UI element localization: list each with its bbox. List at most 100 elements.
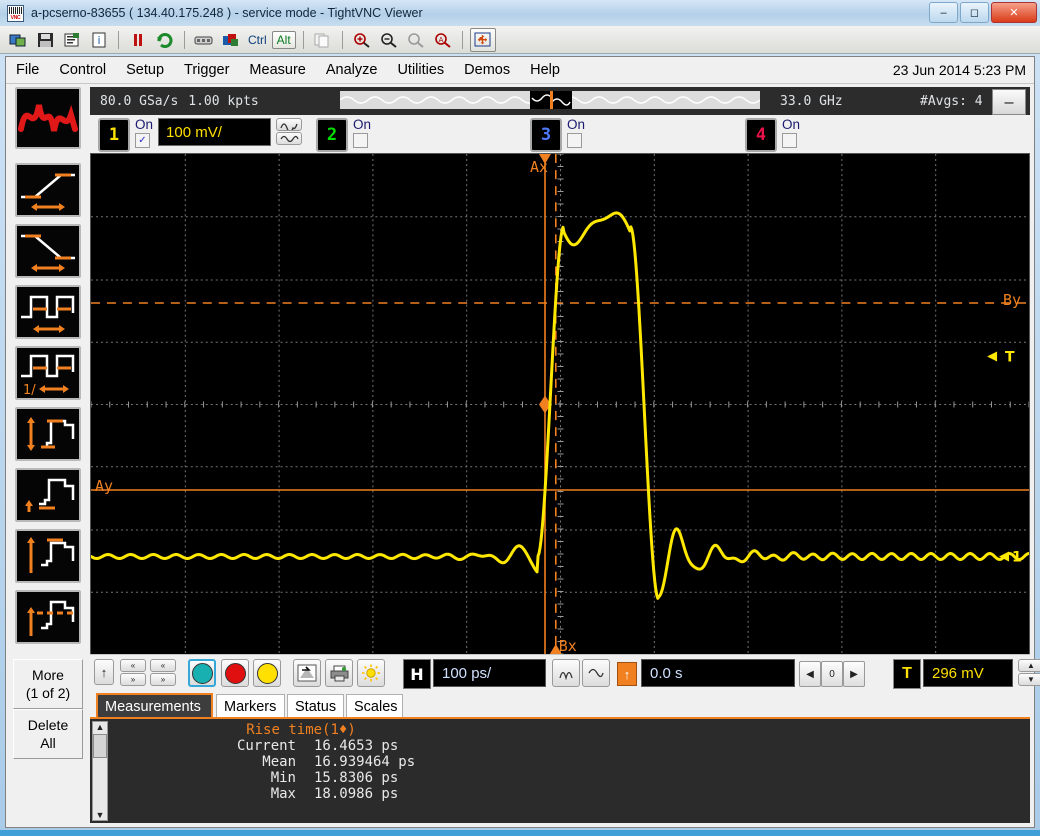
delay-next-button[interactable]: ▶ [843, 661, 865, 687]
measurements-scrollbar[interactable]: ▲ ▼ [92, 721, 108, 821]
delay-prev-button[interactable]: ◀ [799, 661, 821, 687]
more-measurements-button[interactable]: More (1 of 2) [13, 659, 83, 709]
acquisition-status-bar: 80.0 GSa/s 1.00 kpts 33.0 GHz #Avgs: 4 — [90, 87, 1030, 115]
tab-status[interactable]: Status [287, 694, 344, 718]
trigger-level-up-button[interactable]: ▲ [1018, 659, 1040, 672]
memory-overview-bar[interactable] [340, 91, 760, 109]
zoom-100-icon[interactable] [404, 29, 428, 51]
channel-1-scale-field[interactable]: 100 mV/ [158, 118, 271, 146]
timebase-mode-a-icon[interactable] [552, 659, 580, 687]
menu-file[interactable]: File [6, 62, 49, 78]
fall-time-icon[interactable] [15, 224, 81, 278]
menu-utilities[interactable]: Utilities [387, 62, 454, 78]
channel-1-button[interactable]: 1 [98, 118, 130, 152]
delay-reference-button[interactable]: ↑ [617, 662, 637, 686]
memory-window-chip[interactable] [530, 91, 572, 109]
amplitude-icon[interactable] [15, 407, 81, 461]
channel-2-button[interactable]: 2 [316, 118, 348, 152]
new-connection-icon[interactable] [6, 29, 30, 51]
menu-control[interactable]: Control [49, 62, 116, 78]
base-icon[interactable] [15, 468, 81, 522]
waveform-red-icon[interactable] [15, 87, 81, 149]
channel-2-group: 2 On [316, 118, 371, 152]
menu-measure[interactable]: Measure [239, 62, 315, 78]
tab-scales[interactable]: Scales [346, 694, 403, 718]
top-amplitude-icon[interactable] [15, 529, 81, 583]
color-grade-teal-button[interactable] [188, 659, 216, 687]
minimize-button[interactable]: – [929, 2, 958, 23]
channel-4-button[interactable]: 4 [745, 118, 777, 152]
channel-3-button[interactable]: 3 [530, 118, 562, 152]
channel-1-dc-coupling-icon[interactable] [276, 132, 302, 145]
coarse-down-button[interactable]: » [120, 673, 146, 686]
taskbar-strip [0, 830, 1040, 836]
zoom-in-icon[interactable] [350, 29, 374, 51]
bandwidth-label: 33.0 GHz [780, 94, 843, 109]
waveform-graticule[interactable]: Ax Bx Ay By T 1 [90, 153, 1030, 655]
alt-key-toggle[interactable]: Alt [272, 31, 296, 49]
color-grade-red-button[interactable] [221, 659, 249, 687]
window-controls: – ◻ ✕ [929, 2, 1037, 23]
delay-position-value[interactable]: 0 [821, 661, 843, 687]
maximize-button[interactable]: ◻ [960, 2, 989, 23]
connection-options-icon[interactable] [60, 29, 84, 51]
menu-trigger[interactable]: Trigger [174, 62, 239, 78]
horizontal-label[interactable]: H [403, 659, 431, 689]
scroll-up-arrow[interactable]: ▲ [93, 722, 107, 732]
trigger-label-button[interactable]: T [893, 659, 921, 689]
rise-time-icon[interactable] [15, 163, 81, 217]
zoom-out-icon[interactable] [377, 29, 401, 51]
zoom-auto-icon[interactable]: A [431, 29, 455, 51]
menu-demos[interactable]: Demos [454, 62, 520, 78]
trigger-level-down-button[interactable]: ▼ [1018, 673, 1040, 686]
menu-analyze[interactable]: Analyze [316, 62, 388, 78]
coarse-up-button[interactable]: « [120, 659, 146, 672]
delete-all-line1: Delete [28, 717, 68, 733]
frequency-icon[interactable]: 1/ [15, 346, 81, 400]
menu-help[interactable]: Help [520, 62, 570, 78]
delete-all-button[interactable]: Delete All [13, 709, 83, 759]
channel-2-checkbox[interactable] [353, 133, 368, 148]
vertical-offset-button[interactable]: ↑ [94, 659, 114, 685]
vnc-toolbar: i Ctrl Alt A [0, 26, 1040, 54]
row-value-min: 15.8306 ps [314, 770, 494, 786]
channel-1-checkbox[interactable]: ✓ [135, 133, 150, 148]
clipboard-icon[interactable] [311, 29, 335, 51]
menu-setup[interactable]: Setup [116, 62, 174, 78]
scroll-down-arrow[interactable]: ▼ [93, 810, 107, 820]
overshoot-icon[interactable] [15, 590, 81, 644]
channel-3-checkbox[interactable] [567, 133, 582, 148]
save-screen-button[interactable] [293, 659, 321, 687]
channel-1-ac-coupling-icon[interactable] [276, 118, 302, 131]
scope-menu-bar: File Control Setup Trigger Measure Analy… [6, 57, 1034, 84]
connection-info-icon[interactable]: i [87, 29, 111, 51]
collapse-status-button[interactable]: — [992, 89, 1026, 115]
channel-4-checkbox[interactable] [782, 133, 797, 148]
timebase-field[interactable]: 100 ps/ [433, 659, 546, 687]
send-ctrl-alt-del-icon[interactable] [192, 29, 216, 51]
pause-icon[interactable] [126, 29, 150, 51]
fine-down-button[interactable]: » [150, 673, 176, 686]
fullscreen-icon[interactable] [470, 28, 496, 52]
close-button[interactable]: ✕ [991, 2, 1037, 23]
fine-up-button[interactable]: « [150, 659, 176, 672]
send-keys-icon[interactable] [219, 29, 243, 51]
row-label-current: Current [116, 738, 314, 754]
refresh-icon[interactable] [153, 29, 177, 51]
delay-field[interactable]: 0.0 s [641, 659, 795, 687]
measurement-results-table: Rise time(1♦) Current 16.4653 ps Mean 16… [116, 722, 1026, 802]
row-label-mean: Mean [116, 754, 314, 770]
color-grade-yellow-button[interactable] [253, 659, 281, 687]
red-dot-icon [225, 663, 246, 684]
pulse-width-icon[interactable] [15, 285, 81, 339]
timebase-mode-b-icon[interactable] [582, 659, 610, 687]
trigger-level-field[interactable]: 296 mV [923, 659, 1013, 687]
channel-4-group: 4 On [745, 118, 800, 152]
print-icon[interactable] [325, 659, 353, 687]
tab-measurements[interactable]: Measurements [96, 693, 213, 718]
ctrl-key-toggle[interactable]: Ctrl [246, 33, 269, 47]
save-session-icon[interactable] [33, 29, 57, 51]
display-brightness-icon[interactable] [357, 659, 385, 687]
scroll-thumb[interactable] [93, 734, 107, 758]
tab-markers[interactable]: Markers [216, 694, 285, 718]
